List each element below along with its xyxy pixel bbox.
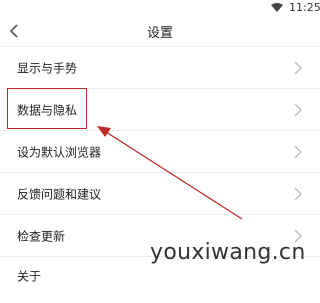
- wifi-icon: [271, 3, 283, 12]
- annotation-highlight-box: [7, 88, 87, 129]
- settings-item-label: 反馈问题和建议: [17, 187, 102, 201]
- chevron-right-icon: [294, 145, 302, 158]
- settings-item-label: 关于: [17, 269, 42, 283]
- settings-item-feedback[interactable]: 反馈问题和建议: [0, 172, 320, 214]
- status-bar: 11:25: [0, 0, 320, 16]
- settings-item-label: 显示与手势: [17, 61, 78, 75]
- chevron-right-icon: [294, 187, 302, 200]
- page-title: 设置: [146, 26, 173, 41]
- settings-item-default-browser[interactable]: 设为默认浏览器: [0, 130, 320, 172]
- status-time: 11:25: [289, 1, 320, 14]
- nav-bar: 设置: [0, 16, 320, 46]
- settings-item-label: 检查更新: [17, 229, 66, 243]
- watermark-text: youxiwang.cn: [150, 240, 306, 265]
- settings-item-display-gestures[interactable]: 显示与手势: [0, 46, 320, 88]
- settings-item-label: 设为默认浏览器: [17, 145, 102, 159]
- chevron-right-icon: [294, 61, 302, 74]
- chevron-right-icon: [294, 103, 302, 116]
